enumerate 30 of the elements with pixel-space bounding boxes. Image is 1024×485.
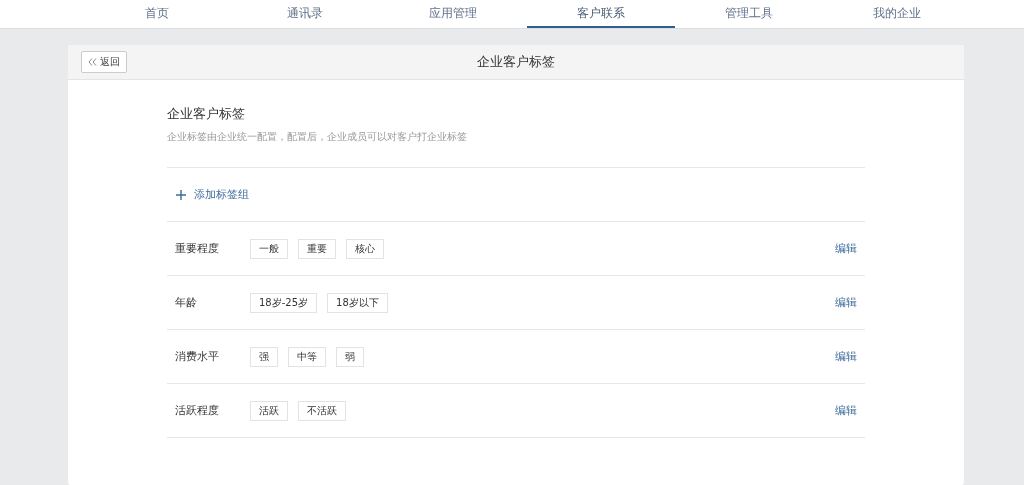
tag-chip: 中等 (288, 346, 326, 367)
tag-chip: 一般 (250, 238, 288, 259)
edit-link[interactable]: 编辑 (835, 295, 857, 310)
page-title: 企业客户标签 (476, 53, 556, 71)
edit-link[interactable]: 编辑 (835, 403, 857, 418)
tag-chip: 不活跃 (298, 400, 346, 421)
tag-chip: 弱 (336, 346, 364, 367)
plus-icon (176, 189, 186, 200)
tag-group-name: 消费水平 (175, 349, 220, 364)
edit-link[interactable]: 编辑 (835, 349, 857, 364)
tag-chip: 活跃 (250, 400, 288, 421)
tag-chip: 18岁-25岁 (250, 292, 318, 313)
tag-chip: 18岁以下 (327, 292, 388, 313)
nav-tab[interactable]: 客户联系 (527, 0, 675, 28)
tag-group-name: 重要程度 (175, 241, 220, 256)
tag-chip: 核心 (346, 238, 384, 259)
nav-tab[interactable]: 管理工具 (675, 0, 823, 28)
section-title: 企业客户标签 (167, 105, 246, 123)
nav-tab[interactable]: 我的企业 (823, 0, 971, 28)
nav-tab[interactable]: 应用管理 (379, 0, 527, 28)
nav-tab[interactable]: 通讯录 (231, 0, 379, 28)
edit-link[interactable]: 编辑 (835, 241, 857, 256)
tag-group-name: 活跃程度 (175, 403, 220, 418)
nav-tab[interactable]: 首页 (83, 0, 231, 28)
double-chevron-left-icon (88, 58, 97, 66)
tag-group-name: 年龄 (175, 295, 198, 310)
add-tag-group-link[interactable]: 添加标签组 (176, 187, 249, 202)
back-button[interactable]: 返回 (81, 51, 127, 73)
tag-chip: 重要 (298, 238, 336, 259)
tag-chip: 强 (250, 346, 278, 367)
